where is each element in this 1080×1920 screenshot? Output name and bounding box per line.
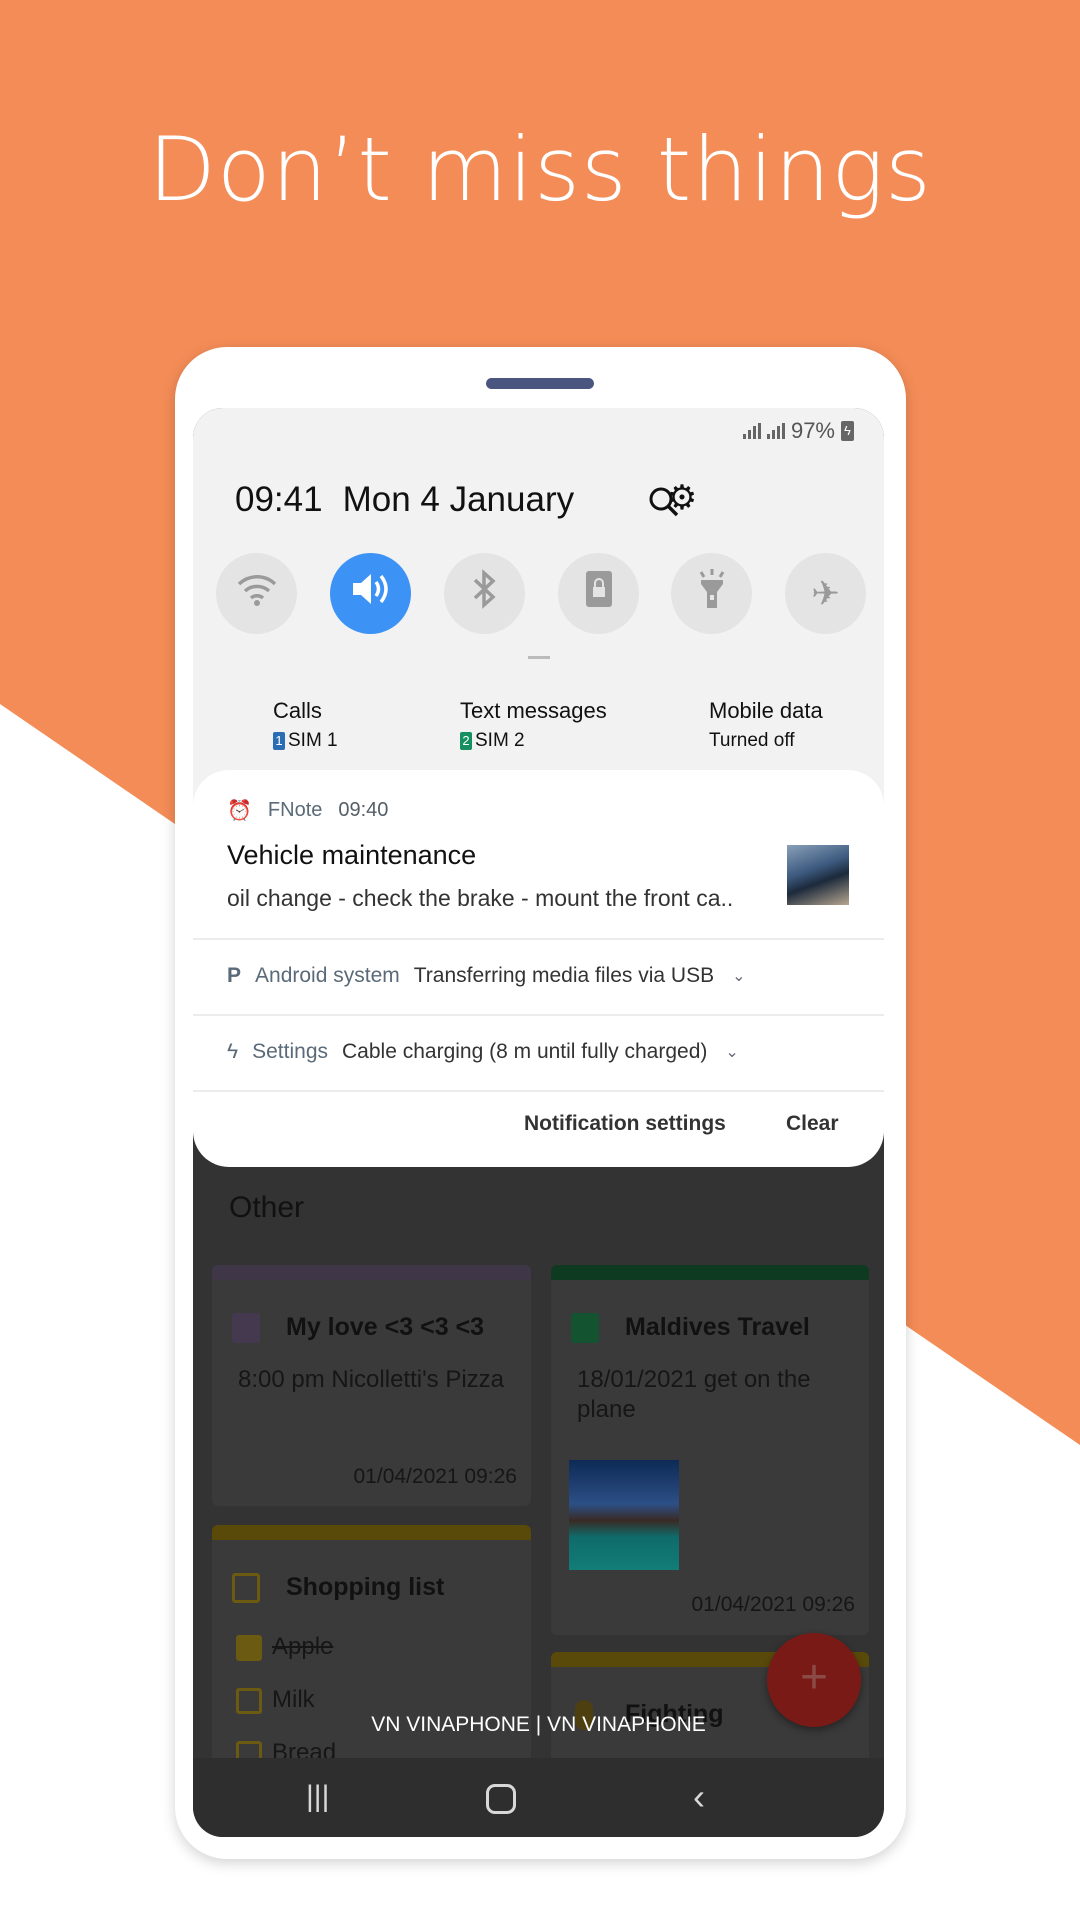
status-bar: 97% ϟ (742, 418, 854, 444)
section-title: Other (229, 1191, 305, 1224)
mobile-data[interactable]: Mobile data Turned off (709, 698, 823, 752)
back-icon[interactable]: ‹ (693, 1776, 705, 1818)
checklist-item: Milk (272, 1686, 315, 1713)
sim-value: Turned off (709, 730, 795, 751)
note-card[interactable]: My love <3 <3 <3 8:00 pm Nicolletti's Pi… (212, 1265, 531, 1506)
signal-icon (742, 423, 761, 439)
quick-panel: 97% ϟ 09:41 Mon 4 January ⚙ ✈ Calls 1 SIM 1… (193, 408, 884, 828)
sim-value: SIM 1 (288, 730, 338, 751)
checklist-item: Apple (272, 1633, 334, 1660)
alarm-icon: ⏰ (227, 800, 252, 822)
sound-icon (349, 569, 393, 618)
notification-settings[interactable]: ϟ Settings Cable charging (8 m until fully… (193, 1014, 884, 1090)
notification-time: 09:40 (338, 799, 389, 821)
carrier-label: VN VINAPHONE | VN VINAPHONE (371, 1713, 706, 1736)
sim-value: SIM 2 (475, 730, 525, 751)
note-title: Shopping list (286, 1573, 445, 1601)
time: 09:41 (235, 480, 323, 519)
notification-text: Transferring media files via USB (413, 964, 715, 987)
settings-gear-icon[interactable]: ⚙ (662, 478, 702, 518)
speaker-grille (486, 378, 594, 389)
navigation-bar: ||| ‹ (193, 1758, 884, 1837)
bluetooth-icon (470, 568, 500, 619)
chevron-down-icon[interactable]: ⌄ (732, 966, 745, 986)
app-name: FNote (267, 799, 323, 821)
checkbox-checked[interactable] (236, 1635, 262, 1661)
note-title: Maldives Travel (625, 1313, 810, 1341)
notification-android-system[interactable]: P Android system Transferring media files … (193, 938, 884, 1014)
panel-handle[interactable] (528, 656, 550, 659)
wifi-icon (235, 571, 279, 616)
sim-label: Mobile data (709, 698, 823, 723)
note-icon (232, 1313, 260, 1343)
screen-lock-toggle[interactable] (558, 553, 639, 634)
sim-badge: 2 (460, 732, 472, 750)
lightning-icon: ϟ (227, 1040, 239, 1063)
recent-apps-icon[interactable]: ||| (306, 1780, 329, 1814)
notification-header: ⏰ FNote 09:40 (227, 798, 388, 823)
battery-charging-icon: ϟ (841, 421, 854, 441)
note-date: 01/04/2021 09:26 (353, 1465, 518, 1488)
card-strip (212, 1525, 531, 1540)
bluetooth-toggle[interactable] (444, 553, 525, 634)
notification-fnote[interactable]: ⏰ FNote 09:40 Vehicle maintenance oil chan… (193, 770, 884, 940)
sim-label: Text messages (460, 698, 607, 723)
flashlight-toggle[interactable] (671, 553, 752, 634)
home-icon[interactable] (486, 1784, 516, 1814)
app-name: Android system (255, 964, 400, 987)
card-strip (212, 1265, 531, 1280)
screen-lock-icon (584, 569, 614, 618)
clock: 09:41 Mon 4 January (235, 480, 594, 520)
flashlight-icon (695, 568, 729, 619)
airplane-icon: ✈ (811, 574, 840, 613)
sim-label: Calls (273, 698, 322, 723)
sim-badge: 1 (273, 732, 285, 750)
note-image (569, 1460, 679, 1570)
sim-calls[interactable]: Calls 1 SIM 1 (273, 698, 338, 752)
notification-settings-button[interactable]: Notification settings (524, 1112, 726, 1136)
sim-text-messages[interactable]: Text messages 2 SIM 2 (460, 698, 607, 752)
notification-thumbnail (787, 845, 849, 905)
note-title: My love <3 <3 <3 (286, 1313, 485, 1341)
wifi-toggle[interactable] (216, 553, 297, 634)
signal-icon (766, 423, 785, 439)
note-body: 8:00 pm Nicolletti's Pizza (238, 1366, 505, 1393)
notification-title: Vehicle maintenance (227, 840, 477, 870)
notification-panel: ⏰ FNote 09:40 Vehicle maintenance oil chan… (193, 770, 884, 1167)
notification-body: oil change - check the brake - mount the… (227, 885, 734, 911)
headline: Don’t miss things (148, 118, 932, 221)
checklist-icon (232, 1573, 260, 1603)
clear-button[interactable]: Clear (786, 1112, 839, 1136)
notification-text: Cable charging (8 m until fully charged) (342, 1040, 708, 1063)
android-system-icon: P (227, 964, 242, 987)
chevron-down-icon[interactable]: ⌄ (725, 1042, 738, 1062)
note-body: 18/01/2021 get on the plane (577, 1366, 811, 1423)
sound-toggle[interactable] (330, 553, 411, 634)
date: Mon 4 January (342, 480, 575, 519)
card-strip (551, 1265, 869, 1280)
airplane-toggle[interactable]: ✈ (785, 553, 866, 634)
phone-screen: 97% ϟ 09:41 Mon 4 January ⚙ ✈ Calls 1 SIM 1… (193, 408, 884, 1837)
note-card[interactable]: Maldives Travel 18/01/2021 get on the pl… (551, 1265, 869, 1635)
note-date: 01/04/2021 09:26 (691, 1593, 856, 1616)
battery-percent: 97% (790, 418, 835, 443)
app-name: Settings (252, 1040, 329, 1063)
checkbox[interactable] (236, 1688, 262, 1714)
image-icon (571, 1313, 599, 1343)
